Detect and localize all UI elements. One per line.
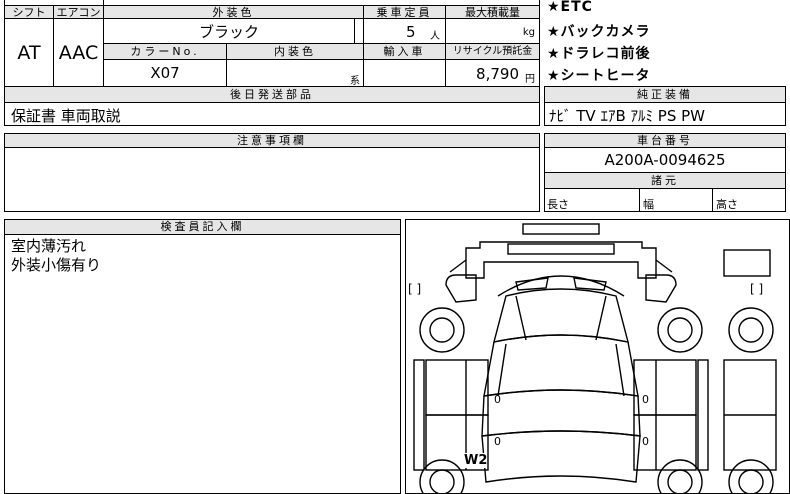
height-cell: 高さ — [712, 188, 786, 212]
later-parts-cell: 保証書 車両取説 — [4, 102, 540, 126]
front-outline — [465, 241, 657, 279]
length-label: 長さ — [547, 198, 569, 211]
roof — [483, 334, 639, 397]
recycle-fee-unit: 円 — [525, 74, 535, 85]
rear-window — [481, 389, 641, 437]
notes-body — [4, 147, 540, 212]
notes-header: 注意事項欄 — [4, 133, 540, 148]
option-item: ★シートヒータ — [547, 68, 651, 84]
shift-value: AT — [4, 18, 54, 87]
zero-label: 0 — [494, 393, 501, 406]
inspector-line: 外装小傷有り — [11, 256, 102, 274]
factory-equipment-value: ﾅﾋﾞ TV ｴｱB ｱﾙﾐ PS PW — [549, 107, 705, 125]
color-no-value: X07 — [103, 59, 227, 87]
side-wheel-rear — [728, 459, 774, 493]
capacity-cell: 5 人 — [363, 18, 446, 44]
factory-equipment-header: 純正装備 — [544, 86, 786, 103]
chassis-header: 車台番号 — [544, 133, 786, 148]
right-front-hub — [667, 317, 693, 343]
right-sill — [697, 359, 709, 471]
left-sill — [413, 359, 425, 471]
capacity-header: 乗車定員 — [363, 5, 446, 19]
color-no-header: カラーNo. — [103, 43, 227, 60]
windshield — [493, 288, 629, 343]
recycle-fee-header: リサイクル預託金 — [445, 43, 540, 60]
inspector-line: 室内薄汚れ — [11, 237, 87, 255]
right-front-door — [633, 359, 697, 416]
factory-equipment-cell: ﾅﾋﾞ TV ｴｱB ｱﾙﾐ PS PW — [544, 102, 786, 126]
exterior-color-value: ブラック — [103, 18, 355, 44]
bracket-label: [ ] — [750, 282, 764, 296]
width-cell: 幅 — [639, 188, 713, 212]
left-rear-hub — [429, 469, 455, 493]
right-mirror — [655, 259, 673, 273]
right-front-wheel — [657, 307, 703, 353]
import-header: 輸入車 — [363, 43, 446, 60]
aircon-header: エアコン — [53, 5, 104, 19]
length-cell: 長さ — [544, 188, 640, 212]
interior-color-header: 内装色 — [226, 43, 364, 60]
option-item: ★ドラレコ前後 — [547, 46, 651, 62]
option-item: ★ETC — [547, 0, 593, 15]
capacity-unit: 人 — [430, 31, 440, 42]
trunk — [481, 430, 641, 483]
right-fender-front — [645, 274, 677, 303]
front-grille — [507, 243, 615, 255]
left-front-wheel — [419, 307, 465, 353]
left-mirror — [449, 259, 467, 273]
inspector-body: 室内薄汚れ 外装小傷有り — [4, 234, 401, 494]
car-diagram: [ ] [ ] 0 0 0 0 W2 — [405, 219, 790, 494]
pillar — [515, 295, 527, 341]
height-label: 高さ — [716, 198, 738, 211]
dimensions-header: 諸元 — [544, 172, 786, 189]
option-item: ★バックカメラ — [547, 24, 651, 40]
front-bumper — [522, 223, 600, 235]
damage-mark: W2 — [464, 453, 488, 468]
import-value — [363, 59, 446, 87]
side-wheel-front-hub — [738, 317, 764, 343]
recycle-fee-value: 8,790 — [476, 65, 519, 83]
later-parts-value: 保証書 車両取説 — [11, 107, 121, 125]
aircon-value: AAC — [53, 18, 104, 87]
right-rear-hub — [667, 469, 693, 493]
shift-header: シフト — [4, 5, 54, 19]
exterior-color-header: 外装色 — [103, 5, 364, 19]
right-view-top — [723, 249, 771, 277]
left-fender-front — [445, 274, 477, 303]
max-load-header: 最大積載量 — [445, 5, 540, 19]
zero-label: 0 — [642, 435, 649, 448]
recycle-fee-cell: 8,790 円 — [445, 59, 540, 87]
zero-label: 0 — [642, 393, 649, 406]
max-load-unit: kg — [522, 27, 535, 38]
interior-color-cell: 系 — [226, 59, 364, 87]
options-list: ★ETC ★バックカメラ ★ドラレコ前後 ★シートヒータ — [544, 0, 786, 84]
interior-color-unit: 系 — [350, 76, 360, 87]
pillar — [497, 343, 507, 397]
side-wheel-front — [728, 307, 774, 353]
max-load-cell: kg — [445, 18, 540, 44]
zero-label: 0 — [494, 435, 501, 448]
capacity-value: 5 — [406, 23, 416, 41]
pillar — [595, 295, 607, 341]
pillar — [615, 343, 625, 397]
later-parts-header: 後日発送部品 — [4, 86, 540, 103]
inspector-header: 検査員記入欄 — [4, 219, 401, 235]
bracket-label: [ ] — [408, 282, 422, 296]
chassis-value: A200A-0094625 — [544, 147, 786, 173]
side-wheel-rear-hub — [738, 469, 764, 493]
left-front-hub — [429, 317, 455, 343]
left-front-door — [425, 359, 489, 416]
width-label: 幅 — [643, 198, 654, 211]
